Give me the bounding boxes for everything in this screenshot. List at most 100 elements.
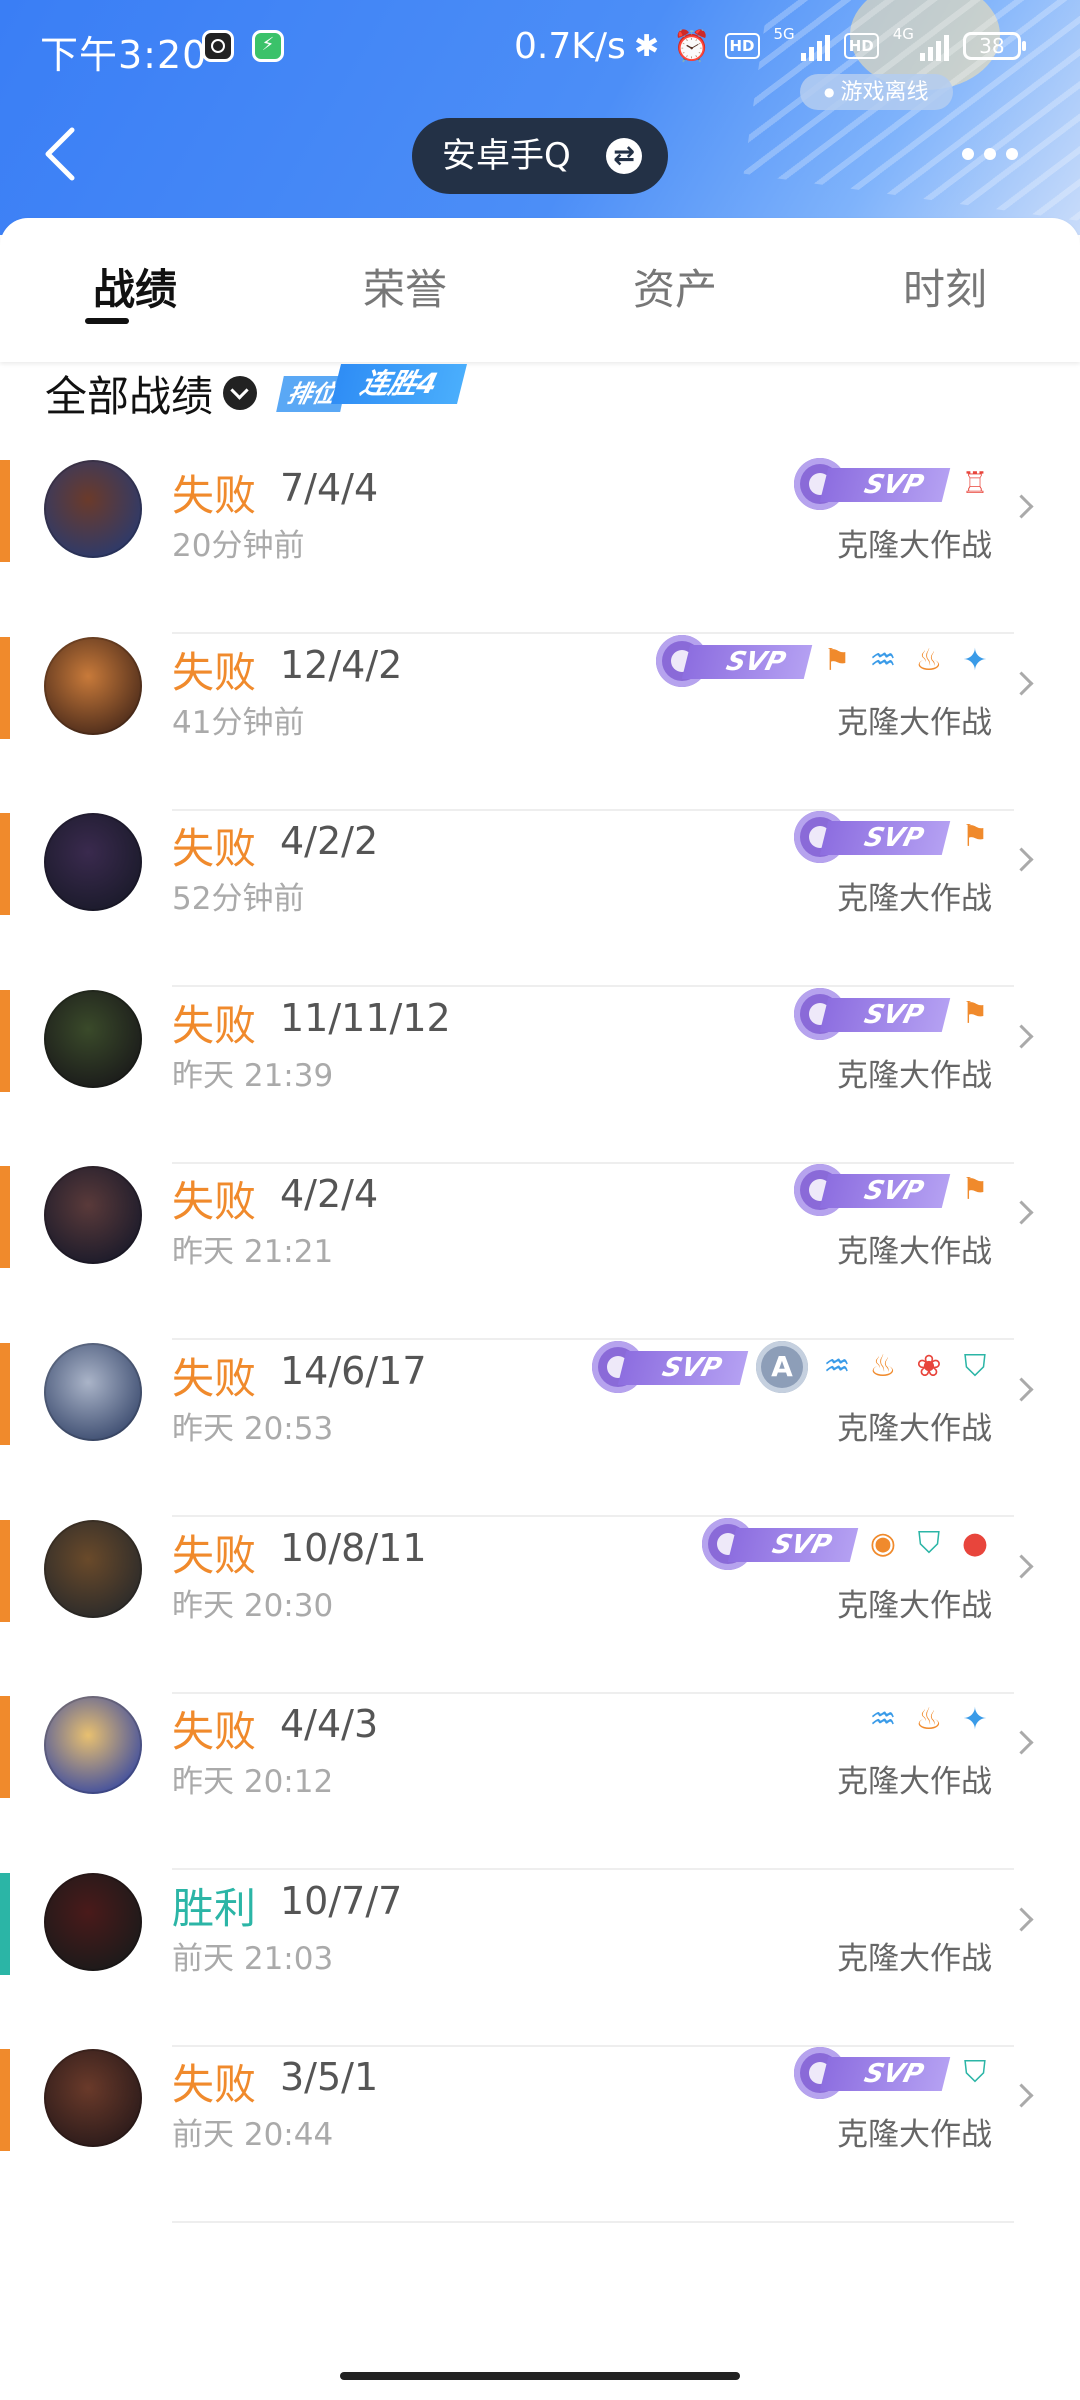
chevron-right-icon bbox=[1009, 847, 1034, 872]
svp-label: SVP bbox=[819, 997, 951, 1032]
win-streak-badge: 排位 连胜4 bbox=[276, 362, 470, 412]
match-kda: 3/5/1 bbox=[280, 2055, 379, 2100]
match-time: 41分钟前 bbox=[172, 704, 305, 741]
result-color-bar bbox=[0, 1519, 10, 1622]
svp-badge: SVP bbox=[794, 1164, 951, 1217]
camera-app-icon bbox=[202, 30, 234, 62]
result-color-bar bbox=[0, 1696, 10, 1799]
svp-label: SVP bbox=[819, 468, 951, 502]
flame-icon: ♨ bbox=[915, 1702, 943, 1738]
shield-icon: ⛉ bbox=[963, 1349, 987, 1384]
tab-assets[interactable]: 资产 bbox=[575, 256, 775, 317]
match-row[interactable]: 失败 4/2/2 52分钟前 SVP ⚑ 克隆大作战 bbox=[0, 811, 1080, 988]
match-badges: SVP ♖ bbox=[794, 458, 992, 510]
match-mode: 克隆大作战 bbox=[837, 881, 992, 918]
result-color-bar bbox=[0, 2049, 10, 2152]
match-row[interactable]: 失败 12/4/2 41分钟前 SVP ⚑ ♒ ♨ ✦ 克隆大作战 bbox=[0, 634, 1080, 811]
result-color-bar bbox=[0, 1872, 10, 1975]
network-type-2: 4G bbox=[892, 25, 914, 43]
chevron-right-icon bbox=[1009, 1554, 1034, 1579]
match-kda: 12/4/2 bbox=[280, 642, 403, 687]
match-row[interactable]: 失败 3/5/1 前天 20:44 SVP ⛉ 克隆大作战 bbox=[0, 2047, 1080, 2224]
tab-records[interactable]: 战绩 bbox=[35, 256, 235, 317]
result-color-bar bbox=[0, 636, 10, 739]
result-color-bar bbox=[0, 813, 10, 916]
signal-icon-1 bbox=[800, 31, 830, 61]
more-menu-icon[interactable] bbox=[962, 148, 1018, 160]
match-mode: 克隆大作战 bbox=[837, 1411, 992, 1447]
svp-badge: SVP bbox=[794, 458, 951, 510]
match-badges: ♒ ♨ ✦ bbox=[866, 1694, 992, 1746]
match-row[interactable]: 失败 7/4/4 20分钟前 SVP ♖ 克隆大作战 bbox=[0, 458, 1080, 634]
match-result: 失败 bbox=[172, 471, 257, 520]
hero-avatar bbox=[44, 1166, 142, 1265]
wave-icon: ♒ bbox=[869, 642, 897, 678]
chevron-right-icon bbox=[1009, 1024, 1034, 1049]
match-result: 失败 bbox=[172, 1354, 257, 1403]
match-time: 昨天 20:30 bbox=[172, 1587, 334, 1624]
wings-icon: ✦ bbox=[962, 1702, 988, 1738]
hero-avatar bbox=[44, 1872, 142, 1971]
match-mode: 克隆大作战 bbox=[837, 1057, 992, 1094]
match-badges: SVP ◉ ⛉ ● bbox=[702, 1517, 992, 1570]
shield-icon: ⛉ bbox=[963, 2055, 987, 2091]
flame-icon: ♨ bbox=[915, 642, 943, 678]
svp-label: SVP bbox=[819, 821, 951, 856]
svp-label: SVP bbox=[819, 2057, 951, 2092]
game-offline-badge: 游戏离线 bbox=[800, 74, 953, 110]
tab-bar: 战绩 荣誉 资产 时刻 bbox=[0, 218, 1080, 362]
match-kda: 7/4/4 bbox=[280, 466, 379, 510]
match-row[interactable]: 失败 10/8/11 昨天 20:30 SVP ◉ ⛉ ● 克隆大作战 bbox=[0, 1517, 1080, 1694]
hero-avatar bbox=[44, 636, 142, 735]
svp-badge: SVP bbox=[592, 1341, 749, 1393]
streak-label: 连胜4 bbox=[331, 364, 467, 404]
back-arrow-icon[interactable] bbox=[40, 124, 80, 184]
svp-label: SVP bbox=[727, 1527, 859, 1562]
flag-icon: ⚑ bbox=[823, 642, 851, 678]
chevron-right-icon bbox=[1009, 1907, 1034, 1932]
hd-badge-2: HD bbox=[843, 33, 879, 59]
tab-moments[interactable]: 时刻 bbox=[845, 256, 1045, 317]
match-badges: SVP ⛉ bbox=[794, 2047, 992, 2100]
tab-honors[interactable]: 荣誉 bbox=[305, 256, 505, 317]
hero-avatar bbox=[44, 1696, 142, 1795]
match-result: 失败 bbox=[172, 1000, 257, 1050]
chevron-right-icon bbox=[1009, 671, 1034, 696]
home-indicator[interactable] bbox=[340, 2372, 740, 2380]
match-row[interactable]: 失败 4/4/3 昨天 20:12 ♒ ♨ ✦ 克隆大作战 bbox=[0, 1694, 1080, 1871]
match-mode: 克隆大作战 bbox=[837, 528, 992, 564]
wave-icon: ♒ bbox=[823, 1349, 851, 1384]
svp-badge: SVP bbox=[794, 987, 951, 1040]
match-badges: SVP ⚑ bbox=[794, 1164, 992, 1217]
svp-label: SVP bbox=[681, 644, 813, 679]
chevron-down-icon bbox=[223, 376, 258, 410]
match-row[interactable]: 胜利 10/7/7 前天 21:03 克隆大作战 bbox=[0, 1871, 1080, 2047]
signal-icon-2 bbox=[919, 31, 949, 61]
match-result: 失败 bbox=[172, 1530, 257, 1580]
match-time: 前天 20:44 bbox=[172, 2117, 334, 2154]
svp-badge: SVP bbox=[702, 1517, 859, 1570]
match-kda: 4/2/4 bbox=[280, 1172, 379, 1217]
match-mode: 克隆大作战 bbox=[837, 1234, 992, 1271]
svp-badge: SVP bbox=[794, 811, 951, 864]
battery-icon: 38 bbox=[962, 32, 1026, 60]
match-row[interactable]: 失败 4/2/4 昨天 21:21 SVP ⚑ 克隆大作战 bbox=[0, 1164, 1080, 1341]
account-switcher[interactable]: 安卓手Q ⇄ bbox=[412, 118, 668, 194]
header: 下午3:20 ⚡ 0.7K/s ✱ ⏰ HD 5G HD 4G 38 游戏离线 … bbox=[0, 0, 1080, 235]
match-time: 52分钟前 bbox=[172, 881, 305, 918]
match-time: 昨天 20:12 bbox=[172, 1764, 334, 1801]
match-time: 昨天 20:53 bbox=[172, 1411, 334, 1447]
active-tab-indicator bbox=[85, 318, 129, 324]
row-divider bbox=[172, 2221, 1014, 2224]
match-time: 20分钟前 bbox=[172, 528, 305, 564]
result-color-bar bbox=[0, 989, 10, 1092]
match-badges: SVP ⚑ bbox=[794, 987, 992, 1040]
records-filter[interactable]: 全部战绩 bbox=[45, 360, 258, 426]
hero-avatar bbox=[44, 2049, 142, 2148]
match-row[interactable]: 失败 11/11/12 昨天 21:39 SVP ⚑ 克隆大作战 bbox=[0, 987, 1080, 1164]
match-time: 昨天 21:21 bbox=[172, 1234, 334, 1271]
svp-badge: SVP bbox=[656, 634, 813, 687]
hero-avatar bbox=[44, 460, 142, 558]
match-row[interactable]: 失败 14/6/17 昨天 20:53 SVP A ♒ ♨ ❀ ⛉ 克隆大作战 bbox=[0, 1341, 1080, 1517]
bluetooth-icon: ✱ bbox=[634, 28, 660, 64]
